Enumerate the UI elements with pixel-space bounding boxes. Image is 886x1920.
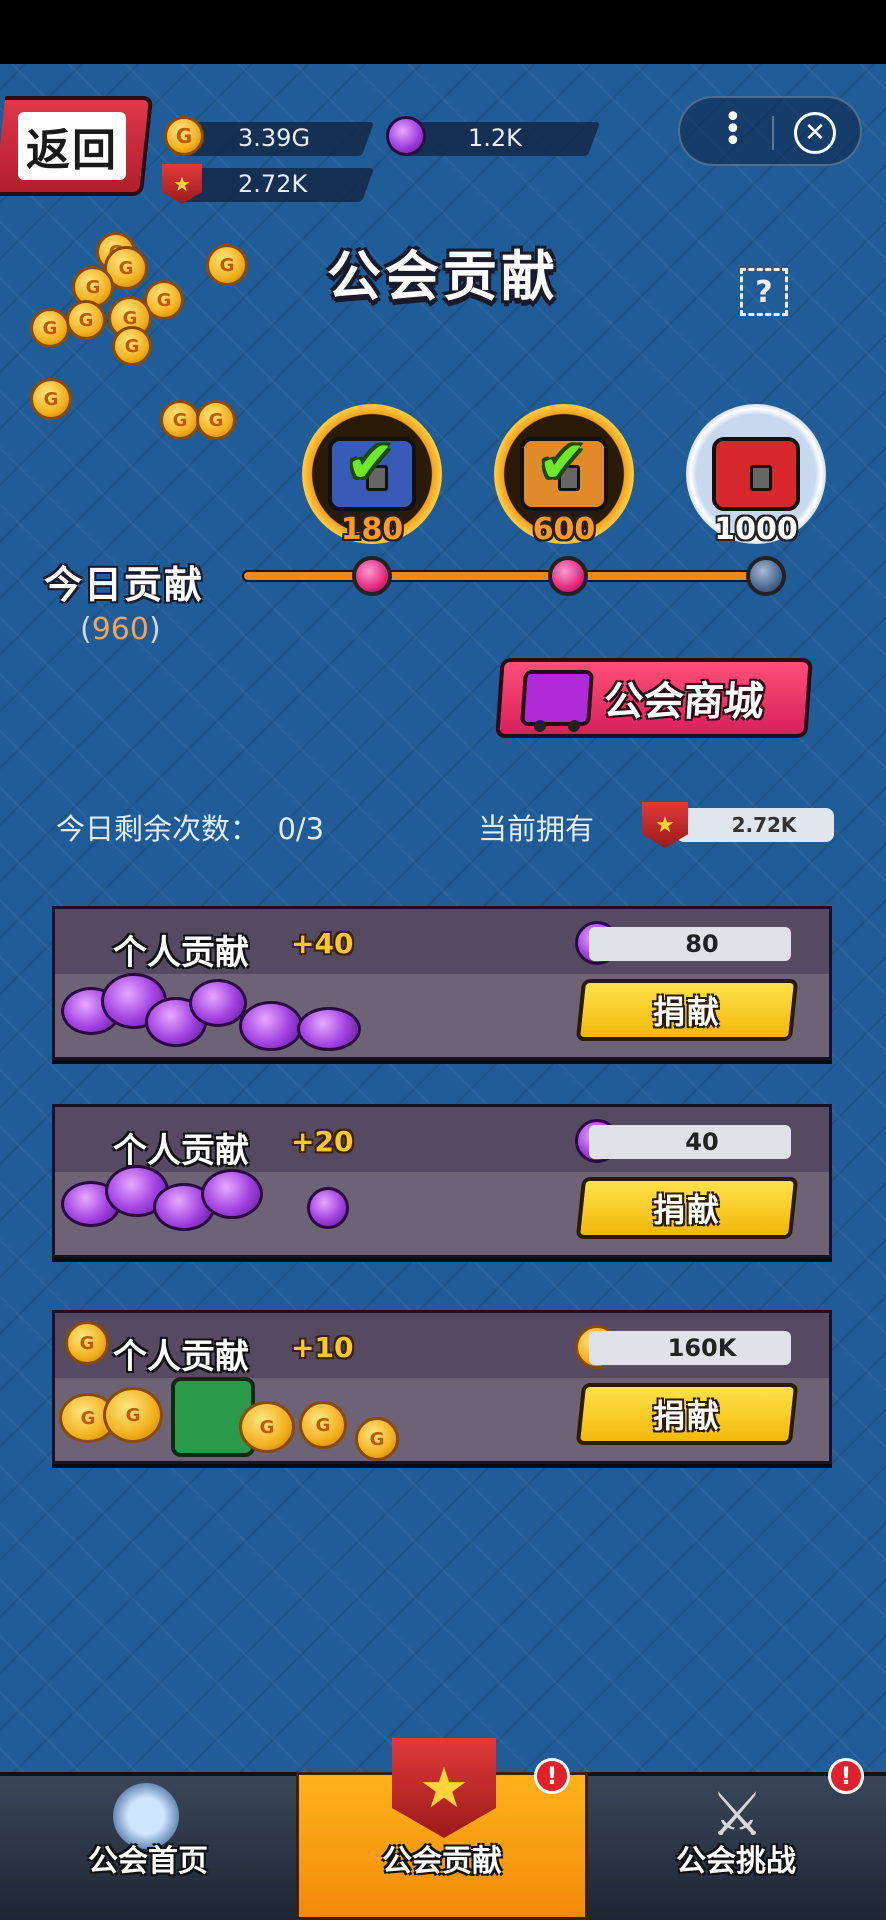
donation-cost: 80 — [589, 927, 791, 961]
red-chest-icon — [712, 437, 800, 511]
donation-card-gem-large: 个人贡献 +40 80 捐献 — [52, 906, 832, 1060]
milestone-value: 180 — [340, 512, 404, 547]
milestone-chest-180[interactable]: ✔ 180 — [302, 404, 442, 554]
gem-pile-icon — [61, 973, 361, 1053]
progress-node-1000 — [746, 556, 786, 596]
shopping-cart-icon — [520, 670, 594, 726]
donation-title: 个人贡献 — [113, 933, 249, 973]
milestone-chest-1000[interactable]: 1000 — [686, 404, 826, 554]
donation-card-gold: 个人贡献 +10 G G G G G G G 160K 捐献 — [52, 1310, 832, 1464]
donation-card-gem-small: 个人贡献 +20 40 捐献 — [52, 1104, 832, 1258]
back-button[interactable]: 返回 — [0, 96, 154, 196]
gem-pile-icon — [61, 1161, 351, 1241]
donation-cost: 40 — [589, 1125, 791, 1159]
donate-button[interactable]: 捐献 — [575, 1177, 799, 1239]
claimed-check-icon: ✔ — [346, 428, 395, 496]
coin-icon: G — [30, 378, 72, 420]
gold-pile-icon: G G G G G G — [59, 1317, 409, 1463]
progress-node-180 — [352, 556, 392, 596]
donate-button-label: 捐献 — [652, 1191, 721, 1229]
gem-icon — [386, 116, 426, 156]
tab-guild-challenge-label: 公会挑战 — [676, 1844, 796, 1879]
capsule-divider — [772, 116, 774, 150]
donation-cost: 160K — [589, 1331, 791, 1365]
today-contribution-label: 今日贡献 — [44, 563, 205, 607]
milestone-value: 1000 — [714, 512, 798, 547]
guild-shop-button[interactable]: 公会商城 — [495, 658, 813, 738]
progress-node-600 — [548, 556, 588, 596]
gold-coin-icon: G — [164, 116, 204, 156]
donate-button-label: 捐献 — [652, 993, 721, 1031]
contribution-amount: 2.72K — [238, 170, 308, 198]
donate-button-label: 捐献 — [652, 1397, 721, 1435]
close-icon[interactable]: ✕ — [794, 112, 836, 154]
coin-icon: G — [160, 400, 200, 440]
donation-bonus: +20 — [291, 1125, 354, 1158]
tab-guild-contribution-label: 公会贡献 — [382, 1844, 502, 1879]
alert-badge-icon: ! — [534, 1758, 570, 1794]
coin-icon: G — [30, 308, 70, 348]
donate-button[interactable]: 捐献 — [575, 979, 799, 1041]
remaining-times: 今日剩余次数： 0/3 — [56, 812, 325, 846]
contribution-progress-fill — [242, 570, 764, 582]
donate-button[interactable]: 捐献 — [575, 1383, 799, 1445]
milestone-chest-600[interactable]: ✔ 600 — [494, 404, 634, 554]
gem-amount: 1.2K — [468, 124, 522, 152]
more-icon[interactable]: • • • — [724, 103, 742, 157]
coin-icon: G — [196, 400, 236, 440]
milestone-value: 600 — [532, 512, 596, 547]
back-button-label: 返回 — [18, 112, 126, 180]
mini-program-capsule: • • • ✕ — [678, 96, 862, 166]
owned-label: 当前拥有 — [478, 812, 595, 846]
status-bar — [0, 0, 886, 64]
contribution-medal-icon: ★ — [392, 1738, 496, 1838]
claimed-check-icon: ✔ — [538, 428, 587, 496]
donation-bonus: +40 — [291, 927, 354, 960]
alert-badge-icon: ! — [828, 1758, 864, 1794]
gold-amount: 3.39G — [238, 124, 311, 152]
owned-amount: 2.72K — [676, 808, 834, 842]
guild-shop-label: 公会商城 — [602, 679, 766, 725]
tab-guild-home-label: 公会首页 — [88, 1844, 208, 1879]
today-contribution-value: (960) — [80, 612, 161, 647]
help-icon[interactable]: ? — [740, 268, 788, 316]
coin-icon: G — [112, 326, 152, 366]
